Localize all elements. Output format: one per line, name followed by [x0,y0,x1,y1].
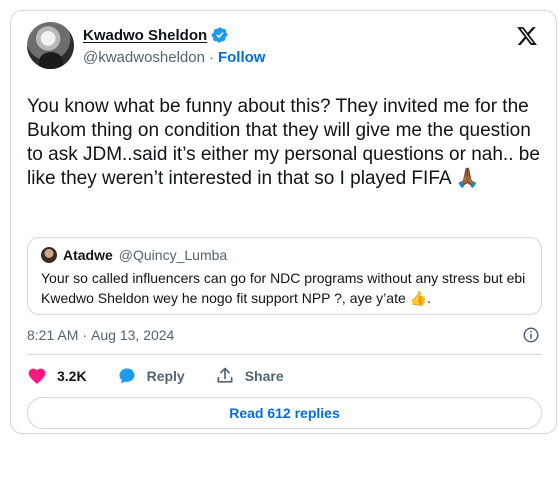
reply-bubble-icon [119,368,135,384]
follow-button[interactable]: Follow [218,49,266,66]
quoted-tweet-text: Your so called influencers can go for ND… [41,270,526,306]
quoted-author-avatar [41,247,57,263]
tweet-timestamp[interactable]: 8:21 AM · Aug 13, 2024 [27,327,174,343]
tweet-actions: 3.2K Reply Share [27,366,284,386]
verified-badge-icon [211,27,228,43]
tweet-text: You know what be funny about this? They … [27,96,540,189]
quoted-tweet[interactable]: Atadwe @Quincy_Lumba Your so called infl… [27,237,542,315]
like-button[interactable]: 3.2K [27,366,87,386]
quoted-author-name: Atadwe [63,247,113,263]
author-name[interactable]: Kwadwo Sheldon [83,27,207,44]
tweet-date: Aug 13, 2024 [91,327,175,343]
x-logo-icon[interactable] [516,25,538,47]
quoted-author-handle: @Quincy_Lumba [118,247,228,263]
reply-button[interactable]: Reply [117,366,185,386]
info-icon[interactable] [522,326,540,344]
reply-label: Reply [146,368,185,384]
quoted-tweet-header: Atadwe @Quincy_Lumba [41,247,227,263]
handle-separator: · [208,49,214,66]
share-icon [217,367,233,383]
author-avatar[interactable] [27,22,74,69]
like-count: 3.2K [57,368,87,384]
heart-icon [28,368,46,384]
tweet-card: Kwadwo Sheldon @kwadwosheldon · Follow Y… [10,10,557,434]
share-button[interactable]: Share [215,366,284,386]
share-label: Share [244,368,284,384]
author-handle[interactable]: @kwadwosheldon [83,49,205,66]
author-name-row: Kwadwo Sheldon [83,26,229,44]
divider [27,354,542,355]
tweet-time: 8:21 AM [27,327,79,343]
read-replies-button[interactable]: Read 612 replies [27,397,542,429]
timestamp-separator: · [82,327,88,343]
author-handle-row: @kwadwosheldon · Follow [83,49,265,66]
